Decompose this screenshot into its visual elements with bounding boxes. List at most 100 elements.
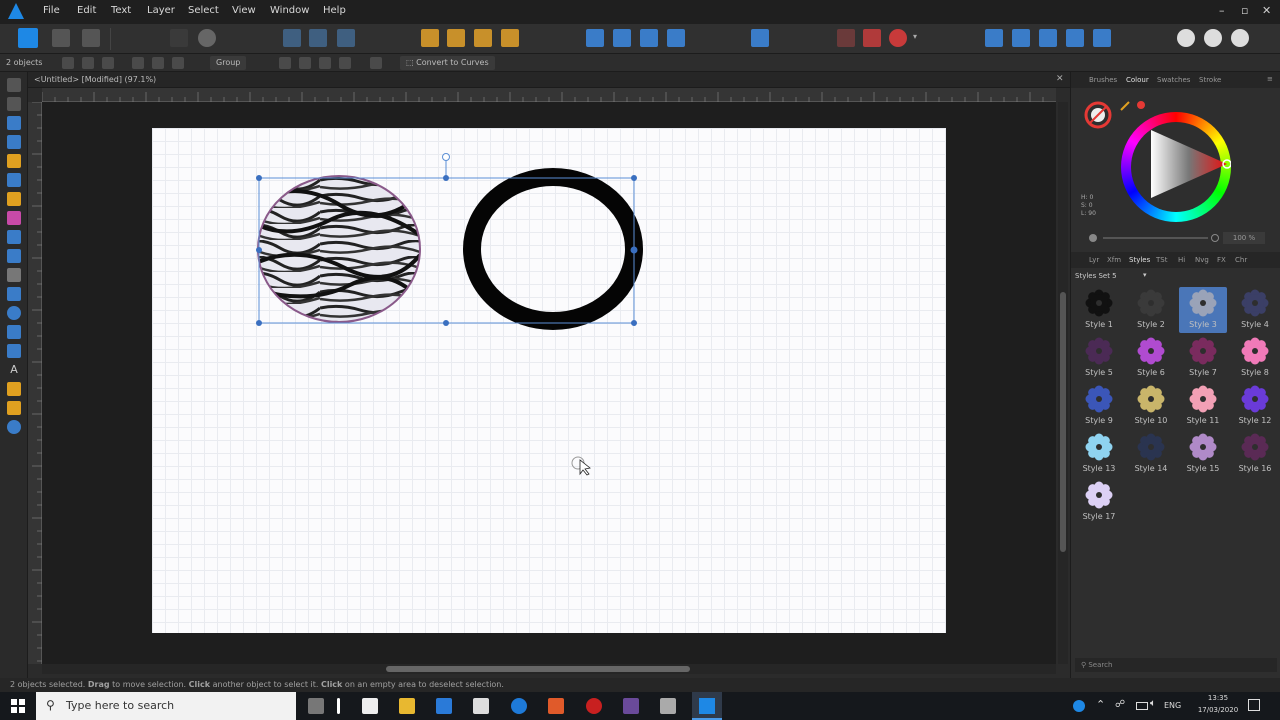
- network-icon[interactable]: ☍: [1115, 699, 1125, 710]
- tab-brushes[interactable]: Brushes: [1089, 76, 1117, 84]
- tab-effects[interactable]: FX: [1217, 256, 1226, 264]
- panel-search-field[interactable]: ⚲ Search: [1075, 658, 1277, 672]
- chevron-down-icon: ▾: [1143, 271, 1147, 279]
- taskbar-divider: [337, 698, 340, 714]
- style-item-label: Style 8: [1241, 368, 1269, 377]
- style-swatch-icon: [1137, 337, 1165, 365]
- panel-search-placeholder: Search: [1088, 661, 1113, 669]
- mail-icon[interactable]: [436, 698, 452, 714]
- tab-history[interactable]: Hi: [1178, 256, 1185, 264]
- styles-set-dropdown[interactable]: Styles Set 5 ▾: [1075, 270, 1151, 282]
- style-item[interactable]: Style 5: [1075, 335, 1123, 381]
- style-item-label: Style 15: [1186, 464, 1220, 473]
- tab-navigator[interactable]: Nvg: [1195, 256, 1209, 264]
- task-view-icon[interactable]: [308, 698, 324, 714]
- taskbar-active-app[interactable]: [692, 692, 722, 720]
- taskbar-date[interactable]: 17/03/2020: [1196, 706, 1240, 714]
- style-swatch-icon: [1241, 433, 1269, 461]
- colour-wheel[interactable]: [1121, 112, 1231, 222]
- search-icon: ⚲: [46, 698, 55, 712]
- style-swatch-icon: [1085, 481, 1113, 509]
- opacity-circle-icon: [1211, 234, 1219, 242]
- style-item[interactable]: Style 8: [1231, 335, 1279, 381]
- tab-text-styles[interactable]: TSt: [1156, 256, 1167, 264]
- opacity-value[interactable]: 100 %: [1223, 232, 1265, 244]
- panel-menu-icon[interactable]: ≡: [1267, 75, 1273, 83]
- tray-chevron-up-icon[interactable]: ⌃: [1096, 698, 1105, 711]
- help-tray-icon[interactable]: [1073, 700, 1085, 712]
- style-item-label: Style 10: [1134, 416, 1168, 425]
- style-item[interactable]: Style 7: [1179, 335, 1227, 381]
- style-swatch-icon: [1137, 385, 1165, 413]
- screen-recorder-icon[interactable]: [586, 698, 602, 714]
- colour-panel-tabs: Brushes Colour Swatches Stroke ≡: [1071, 72, 1280, 88]
- style-swatch-icon: [1085, 289, 1113, 317]
- tab-character[interactable]: Chr: [1235, 256, 1247, 264]
- style-item[interactable]: Style 10: [1127, 383, 1175, 429]
- status-bar: 2 objects selected. Drag to move selecti…: [0, 678, 1280, 692]
- colour-h-value: H: 0: [1081, 194, 1094, 201]
- volume-icon[interactable]: 🔈︎: [1150, 698, 1156, 709]
- taskbar-search-placeholder: Type here to search: [66, 699, 175, 712]
- status-part-1: 2 objects selected.: [10, 680, 88, 689]
- vertical-scroll-thumb[interactable]: [1060, 292, 1066, 552]
- style-swatch-icon: [1189, 337, 1217, 365]
- notepad-icon[interactable]: [660, 698, 676, 714]
- tab-stroke[interactable]: Stroke: [1199, 76, 1221, 84]
- style-item-label: Style 17: [1082, 512, 1116, 521]
- taskbar-time[interactable]: 13:35: [1198, 694, 1238, 702]
- style-swatch-icon: [1189, 385, 1217, 413]
- vertical-scrollbar[interactable]: [1058, 102, 1068, 664]
- battery-icon[interactable]: [1136, 702, 1148, 710]
- style-item-label: Style 5: [1085, 368, 1113, 377]
- tab-styles[interactable]: Styles: [1129, 256, 1150, 264]
- status-key-click-2: Click: [320, 680, 343, 689]
- style-item[interactable]: Style 1: [1075, 287, 1123, 333]
- styles-set-label: Styles Set 5: [1075, 272, 1117, 280]
- affinity-publisher-icon[interactable]: [548, 698, 564, 714]
- tab-transform[interactable]: Xfm: [1107, 256, 1121, 264]
- store-app-icon[interactable]: [362, 698, 378, 714]
- style-swatch-icon: [1085, 337, 1113, 365]
- mouse-cursor-icon: [571, 456, 591, 476]
- horizontal-scroll-thumb[interactable]: [386, 666, 690, 672]
- colour-s-value: S: 0: [1081, 202, 1093, 209]
- style-swatch-icon: [1137, 289, 1165, 317]
- style-item-label: Style 1: [1085, 320, 1113, 329]
- windows-start-icon[interactable]: [11, 699, 25, 713]
- file-explorer-icon[interactable]: [399, 698, 415, 714]
- tab-layers[interactable]: Lyr: [1089, 256, 1099, 264]
- store-bag-icon[interactable]: [473, 698, 489, 714]
- style-item[interactable]: Style 16: [1231, 431, 1279, 477]
- style-item[interactable]: Style 9: [1075, 383, 1123, 429]
- style-item[interactable]: Style 3: [1179, 287, 1227, 333]
- style-item-label: Style 9: [1085, 416, 1113, 425]
- horizontal-scrollbar[interactable]: [42, 664, 1056, 674]
- style-swatch-icon: [1189, 289, 1217, 317]
- zebra-ellipse[interactable]: [257, 175, 421, 323]
- ring-ellipse[interactable]: [463, 168, 643, 330]
- style-item[interactable]: Style 12: [1231, 383, 1279, 429]
- tab-swatches[interactable]: Swatches: [1157, 76, 1190, 84]
- language-indicator[interactable]: ENG: [1164, 701, 1181, 710]
- edge-browser-icon[interactable]: [511, 698, 527, 714]
- style-item[interactable]: Style 17: [1075, 479, 1123, 525]
- opacity-slider[interactable]: [1103, 237, 1208, 239]
- style-swatch-icon: [1189, 433, 1217, 461]
- style-item[interactable]: Style 4: [1231, 287, 1279, 333]
- media-app-icon[interactable]: [623, 698, 639, 714]
- taskbar-search-box[interactable]: ⚲ Type here to search: [36, 692, 296, 720]
- notification-icon[interactable]: [1248, 699, 1260, 711]
- style-item[interactable]: Style 14: [1127, 431, 1175, 477]
- tab-colour[interactable]: Colour: [1126, 76, 1149, 84]
- style-item-label: Style 4: [1241, 320, 1269, 329]
- style-item[interactable]: Style 13: [1075, 431, 1123, 477]
- style-item-label: Style 6: [1137, 368, 1165, 377]
- fill-stroke-icon[interactable]: [1083, 100, 1113, 130]
- status-part-3: another object to select it.: [210, 680, 321, 689]
- style-item[interactable]: Style 2: [1127, 287, 1175, 333]
- swap-colours-icon[interactable]: [1119, 98, 1149, 112]
- style-item[interactable]: Style 15: [1179, 431, 1227, 477]
- style-item[interactable]: Style 6: [1127, 335, 1175, 381]
- style-item[interactable]: Style 11: [1179, 383, 1227, 429]
